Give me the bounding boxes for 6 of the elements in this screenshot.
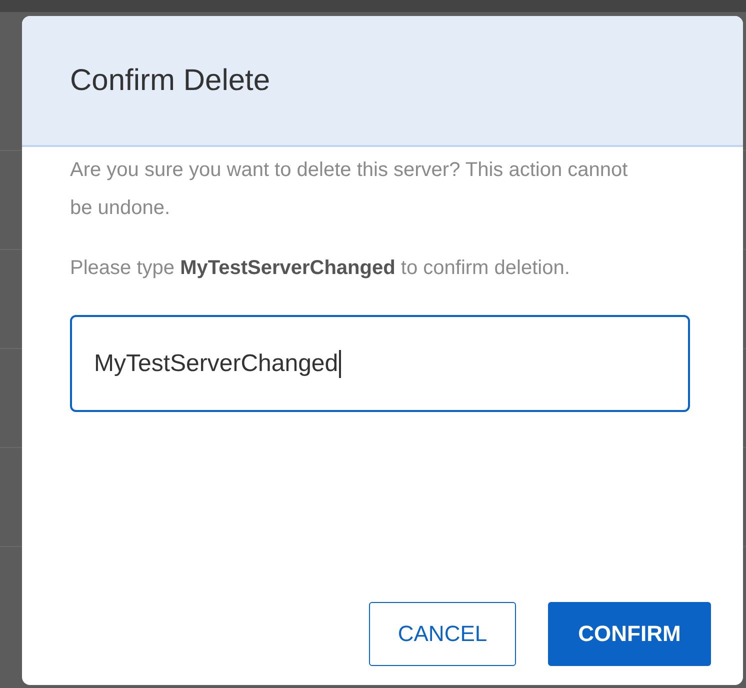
message-text: Please type MyTestServerChanged to confirm deletion. xyxy=(70,256,571,281)
input-field[interactable]: MyTestServerChanged xyxy=(70,315,690,412)
cancel-button[interactable]: CANCEL xyxy=(369,602,516,666)
message-text: Are you sure you want to delete this server? This action cannot be undone. xyxy=(70,158,629,221)
dialog-title: Confirm Delete xyxy=(70,64,270,98)
confirm-button[interactable]: CONFIRM xyxy=(548,602,711,666)
